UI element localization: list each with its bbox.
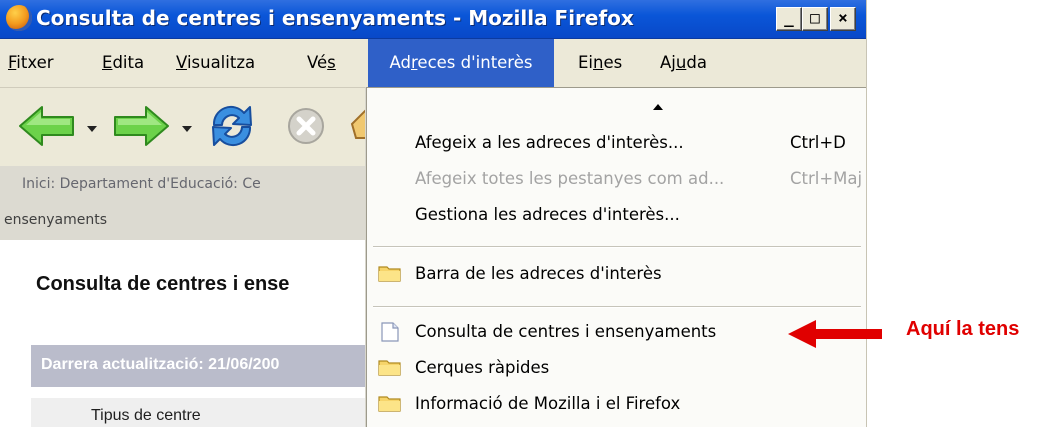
folder-icon [378,360,401,376]
annotation-label: Aquí la tens [906,318,1020,340]
bookmarks-menu: Afegeix a les adreces d'interès... Ctrl+… [366,87,866,427]
menu-fitxer[interactable]: Fitxer [2,39,60,87]
title-bar[interactable]: Consulta de centres i ensenyaments - Moz… [0,0,866,39]
menu-eines[interactable]: Eines [572,39,628,87]
last-update-text: Darrera actualització: 21/06/200 [41,356,280,373]
menu-edita[interactable]: Edita [96,39,150,87]
reload-icon[interactable] [206,101,258,151]
forward-arrow-icon[interactable] [112,105,170,147]
close-button[interactable]: × [830,7,856,31]
browser-window: Consulta de centres i ensenyaments - Moz… [0,0,867,427]
page-title: Consulta de centres i ense [36,273,290,295]
menu-item-add-bookmark[interactable]: Afegeix a les adreces d'interès... Ctrl+… [367,125,866,161]
scroll-up-arrow-icon[interactable] [653,104,663,110]
window-title: Consulta de centres i ensenyaments - Moz… [36,6,634,30]
menu-separator [373,306,861,308]
centre-type-label: Tipus de centre [91,407,201,424]
forward-dropdown-icon[interactable] [182,126,192,132]
breadcrumb-path[interactable]: Inici: Departament d'Educació: Ce [22,176,261,192]
menu-item-add-all-tabs: Afegeix totes les pestanyes com ad... Ct… [415,169,863,188]
folder-icon [378,396,401,412]
maximize-button[interactable]: □ [802,7,828,31]
page-icon [381,322,399,342]
breadcrumb-current: ensenyaments [4,212,108,228]
menu-separator [373,246,861,248]
back-arrow-icon[interactable] [18,105,76,147]
menu-adreces-interes[interactable]: Adreces d'interès [368,39,554,87]
minimize-button[interactable]: _ [776,7,802,31]
menu-item-bookmarks-toolbar[interactable]: Barra de les adreces d'interès [367,256,866,292]
back-dropdown-icon[interactable] [87,126,97,132]
menu-item-manage-bookmarks[interactable]: Gestiona les adreces d'interès... [367,197,866,233]
folder-icon [378,266,401,282]
red-arrow-icon [788,320,882,348]
menu-bar: Fitxer Edita Visualitza Vés Adreces d'in… [0,39,866,115]
stop-icon[interactable] [286,106,326,146]
home-icon[interactable] [350,104,366,144]
menu-ajuda[interactable]: Ajuda [654,39,713,87]
menu-item-quick-searches[interactable]: Cerques ràpides [367,350,866,386]
firefox-logo-icon [6,5,32,31]
menu-visualitza[interactable]: Visualitza [170,39,261,87]
menu-item-mozilla-info[interactable]: Informació de Mozilla i el Firefox [367,386,866,422]
menu-ves[interactable]: Vés [301,39,342,87]
